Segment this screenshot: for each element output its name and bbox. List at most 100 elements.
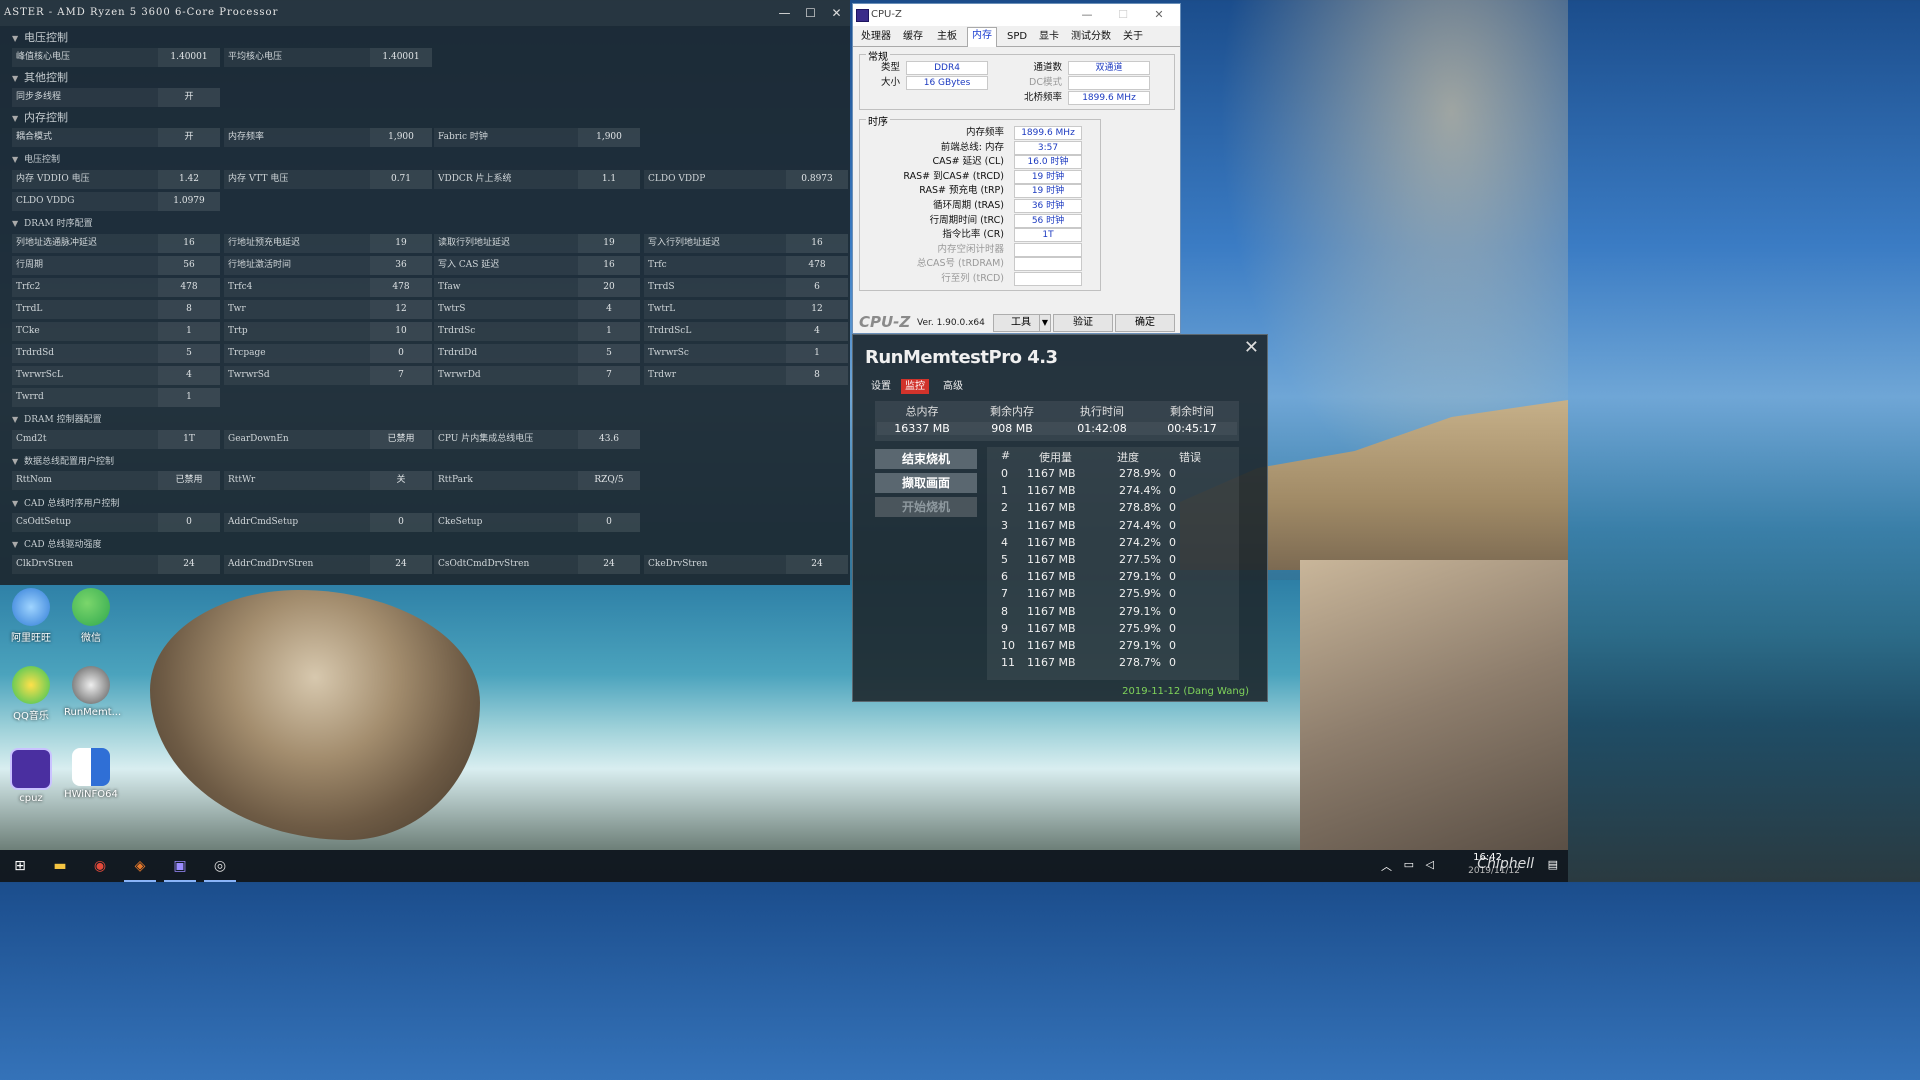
capture-screen-button[interactable]: 撷取画面: [875, 473, 977, 493]
table-cell: 279.1%: [1119, 639, 1161, 652]
tools-dropdown-icon[interactable]: ▼: [1039, 314, 1051, 332]
tab-bench[interactable]: 测试分数: [1067, 29, 1115, 45]
cldo-vddp: CLDO VDDP 0.8973: [644, 170, 848, 189]
section-memory-control[interactable]: ▼ 内存控制: [0, 109, 68, 127]
chrome-icon[interactable]: ◉: [80, 850, 120, 882]
col-index: #: [1001, 449, 1011, 462]
timing-value: [1014, 257, 1082, 272]
desktop-icon-qqmusic[interactable]: QQ音乐: [4, 666, 58, 722]
minimize-icon[interactable]: —: [1073, 4, 1101, 26]
setting-value: 24: [786, 555, 848, 574]
timing-cell: Trfc2 478: [12, 278, 220, 297]
setting-value: 关: [370, 471, 432, 490]
setting-label: Trfc4: [228, 282, 253, 292]
timing-cell: TrrdS 6: [644, 278, 848, 297]
setting-value: 8: [158, 300, 220, 319]
setting-label: RttPark: [438, 475, 473, 485]
cldo-vddg: CLDO VDDG 1.0979: [12, 192, 220, 211]
tray-chevron-up-icon[interactable]: ︿: [1381, 858, 1392, 874]
ok-button[interactable]: 确定: [1115, 314, 1175, 332]
table-row: 3 1167 MB 274.4% 0: [987, 517, 1239, 534]
maximize-icon[interactable]: ☐: [798, 0, 824, 26]
smt-setting: 同步多线程开: [12, 88, 220, 107]
ryzen-master-taskbar-icon[interactable]: ◈: [120, 850, 160, 882]
runmemtest-taskbar-icon[interactable]: ◎: [200, 850, 240, 882]
timing-cell: 写入 CAS 延迟 16: [434, 256, 640, 275]
desktop-icon-hwinfo[interactable]: HWiNFO64: [64, 748, 118, 800]
tab-mainboard[interactable]: 主板: [933, 29, 961, 45]
desktop-icon-wechat[interactable]: 微信: [64, 588, 118, 644]
tab-processor[interactable]: 处理器: [857, 29, 895, 45]
timing-label: 内存空闲计时器: [937, 243, 1004, 255]
network-icon[interactable]: ▭: [1404, 858, 1414, 871]
setting-label: RttNom: [16, 475, 52, 485]
desktop-icon-cpuz[interactable]: cpuz: [4, 748, 58, 804]
cpuz-general-group: 常规 类型 DDR4 大小 16 GBytes 通道数 双通道 DC模式 北桥频…: [859, 48, 1175, 110]
file-explorer-icon[interactable]: ▬: [40, 850, 80, 882]
tab-memory[interactable]: 内存: [967, 27, 997, 47]
setting-label: CPU 片内集成总线电压: [438, 434, 534, 444]
timing-label: RAS# 到CAS# (tRCD): [903, 170, 1004, 182]
setting-value: 0: [370, 344, 432, 363]
cpuz-timings-group: 时序 内存频率 1899.6 MHz 前端总线: 内存 3:57 CAS# 延迟 (CL…: [859, 113, 1101, 291]
table-row: 9 1167 MB 275.9% 0: [987, 620, 1239, 637]
table-row: 8 1167 MB 279.1% 0: [987, 603, 1239, 620]
timing-cell: 行地址激活时间 36: [224, 256, 432, 275]
setting-value: RZQ/5: [578, 471, 640, 490]
table-cell: 0: [1001, 467, 1008, 480]
section-voltage-control[interactable]: ▼ 电压控制: [0, 29, 68, 47]
runmemtest-icon: [72, 666, 110, 704]
tab-graphics[interactable]: 显卡: [1035, 29, 1063, 45]
notification-icon[interactable]: ▤: [1548, 858, 1558, 871]
start-burn-button[interactable]: 开始烧机: [875, 497, 977, 517]
tab-cache[interactable]: 缓存: [899, 29, 927, 45]
summary-elapsed-time: 01:42:08: [1057, 422, 1147, 435]
taskbar: ⊞ ▬ ◉ ◈ ▣ ◎ ︿ ▭ ◁ 16:42 2019/11/12 Chiph…: [0, 850, 1568, 882]
table-cell: 0: [1169, 484, 1176, 498]
table-cell: 0: [1169, 501, 1176, 515]
tab-monitor[interactable]: 监控: [901, 379, 929, 394]
setting-label: TrdrdSd: [16, 348, 55, 358]
close-icon[interactable]: ✕: [1145, 4, 1173, 26]
desktop-icon-aliwangwang[interactable]: 阿里旺旺: [4, 588, 58, 644]
section-dram-timing[interactable]: ▼ DRAM 时序配置: [0, 215, 93, 233]
table-cell: 0: [1169, 604, 1176, 618]
controller-cell: GearDownEn 已禁用: [224, 430, 432, 449]
setting-label: 行周期: [16, 260, 44, 270]
desktop-icon-runmemtest[interactable]: RunMemt...: [64, 666, 121, 718]
validate-button[interactable]: 验证: [1053, 314, 1113, 332]
volume-icon[interactable]: ◁: [1426, 858, 1434, 871]
vtt-voltage: 内存 VTT 电压 0.71: [224, 170, 432, 189]
timing-cell: TrdrdScL 4: [644, 322, 848, 341]
table-cell: 11: [1001, 656, 1015, 670]
coupled-mode: 耦合模式开: [12, 128, 220, 147]
tab-settings[interactable]: 设置: [867, 379, 895, 394]
close-icon[interactable]: ✕: [1244, 337, 1259, 358]
section-cad-bus-timing[interactable]: ▼ CAD 总线时序用户控制: [0, 495, 119, 513]
timing-label: CAS# 延迟 (CL): [932, 156, 1004, 168]
close-icon[interactable]: ✕: [824, 0, 850, 26]
tab-spd[interactable]: SPD: [1003, 29, 1031, 45]
fabric-clock: Fabric 时钟 1,900: [434, 128, 640, 147]
setting-value: 20: [578, 278, 640, 297]
section-other-control[interactable]: ▼ 其他控制: [0, 69, 68, 87]
section-cad-bus-drive[interactable]: ▼ CAD 总线驱动强度: [0, 536, 101, 554]
maximize-icon[interactable]: ☐: [1109, 4, 1137, 26]
cpuz-taskbar-icon[interactable]: ▣: [160, 850, 200, 882]
setting-value: 19: [370, 234, 432, 253]
setting-label: Cmd2t: [16, 434, 47, 444]
minimize-icon[interactable]: —: [772, 0, 798, 26]
table-cell: 1167 MB: [1027, 535, 1076, 549]
col-usage: 使用量: [1039, 451, 1072, 464]
setting-value: 56: [158, 256, 220, 275]
tab-about[interactable]: 关于: [1119, 29, 1147, 45]
setting-value: 已禁用: [370, 430, 432, 449]
stop-burn-button[interactable]: 结束烧机: [875, 449, 977, 469]
section-dram-controller[interactable]: ▼ DRAM 控制器配置: [0, 411, 102, 429]
setting-label: Tfaw: [438, 282, 461, 292]
tab-advanced[interactable]: 高级: [939, 379, 967, 394]
memory-summary: 总内存 剩余内存 执行时间 剩余时间 16337 MB 908 MB 01:42…: [875, 401, 1239, 441]
windows-start-icon[interactable]: ⊞: [0, 850, 40, 882]
section-data-bus[interactable]: ▼ 数据总线配置用户控制: [0, 453, 114, 471]
section-power-control[interactable]: ▼ 电压控制: [0, 151, 60, 169]
